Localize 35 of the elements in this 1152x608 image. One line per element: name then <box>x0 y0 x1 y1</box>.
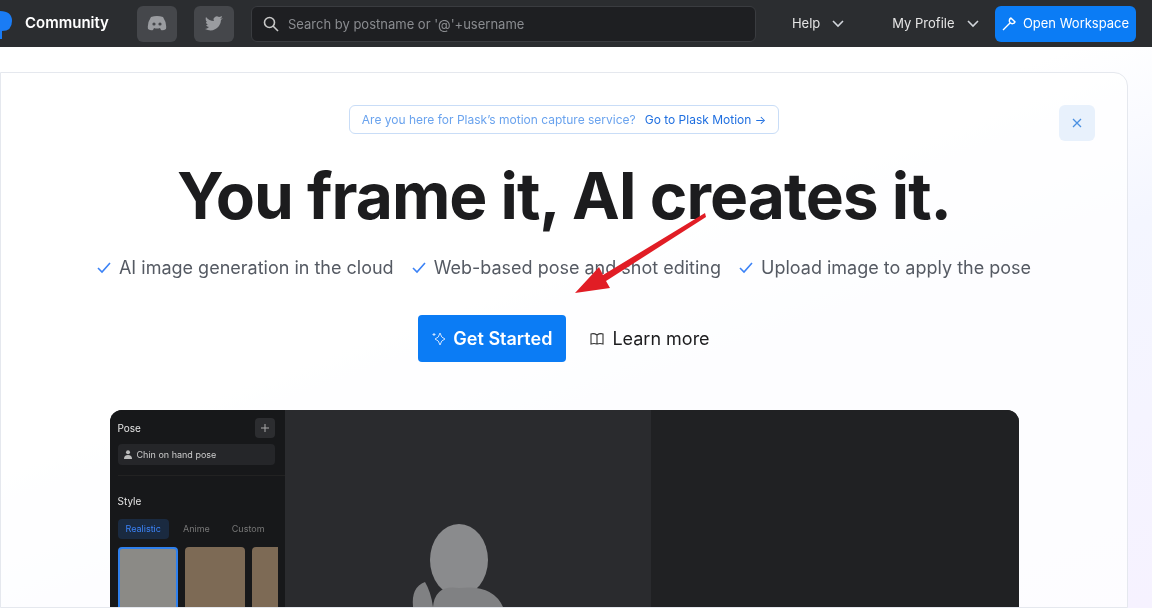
close-icon <box>1072 118 1082 128</box>
plus-icon <box>260 424 269 432</box>
check-icon <box>411 261 426 274</box>
check-icon <box>96 261 111 274</box>
hero-title: You frame it, AI creates it. <box>177 156 951 236</box>
style-tab[interactable]: Anime <box>174 519 218 539</box>
brand-name: Community <box>25 12 109 35</box>
search-icon <box>262 15 279 32</box>
feature-text: Upload image to apply the pose <box>761 256 1032 280</box>
photo-placeholder[interactable] <box>251 547 278 607</box>
nav-menu[interactable]: My Profile <box>888 5 983 42</box>
book-icon <box>590 332 605 345</box>
panel-heading: Pose <box>117 420 141 436</box>
open-workspace-button[interactable]: Open Workspace <box>995 5 1136 42</box>
chevron-down-icon <box>966 19 979 28</box>
person-icon <box>123 450 132 459</box>
chevron-down-icon <box>832 19 845 28</box>
pose-item[interactable]: Chin on hand pose <box>117 444 275 465</box>
style-tab[interactable]: Realistic <box>117 519 169 539</box>
nav-menu[interactable]: Help <box>787 5 849 42</box>
motion-service-banner[interactable]: Are you here for Plask’s motion capture service? Go to Plask Motion → <box>349 105 779 134</box>
style-tab[interactable]: Custom <box>223 519 273 539</box>
twitter-button[interactable] <box>193 5 234 42</box>
wrench-icon <box>1001 16 1017 31</box>
panel-heading: Style <box>117 494 142 509</box>
add-button[interactable] <box>254 418 275 438</box>
game-controller-icon <box>146 16 167 31</box>
bird-icon <box>204 16 223 31</box>
discord-button[interactable] <box>136 5 177 42</box>
check-icon <box>739 261 754 274</box>
search-field[interactable]: Search by postname or '@'+username <box>250 5 756 42</box>
feature-text: AI image generation in the cloud <box>118 256 394 280</box>
sparkle-icon <box>432 331 447 346</box>
learn-more-button[interactable]: Learn more <box>590 325 710 352</box>
get-started-button[interactable]: Get Started <box>418 315 567 362</box>
